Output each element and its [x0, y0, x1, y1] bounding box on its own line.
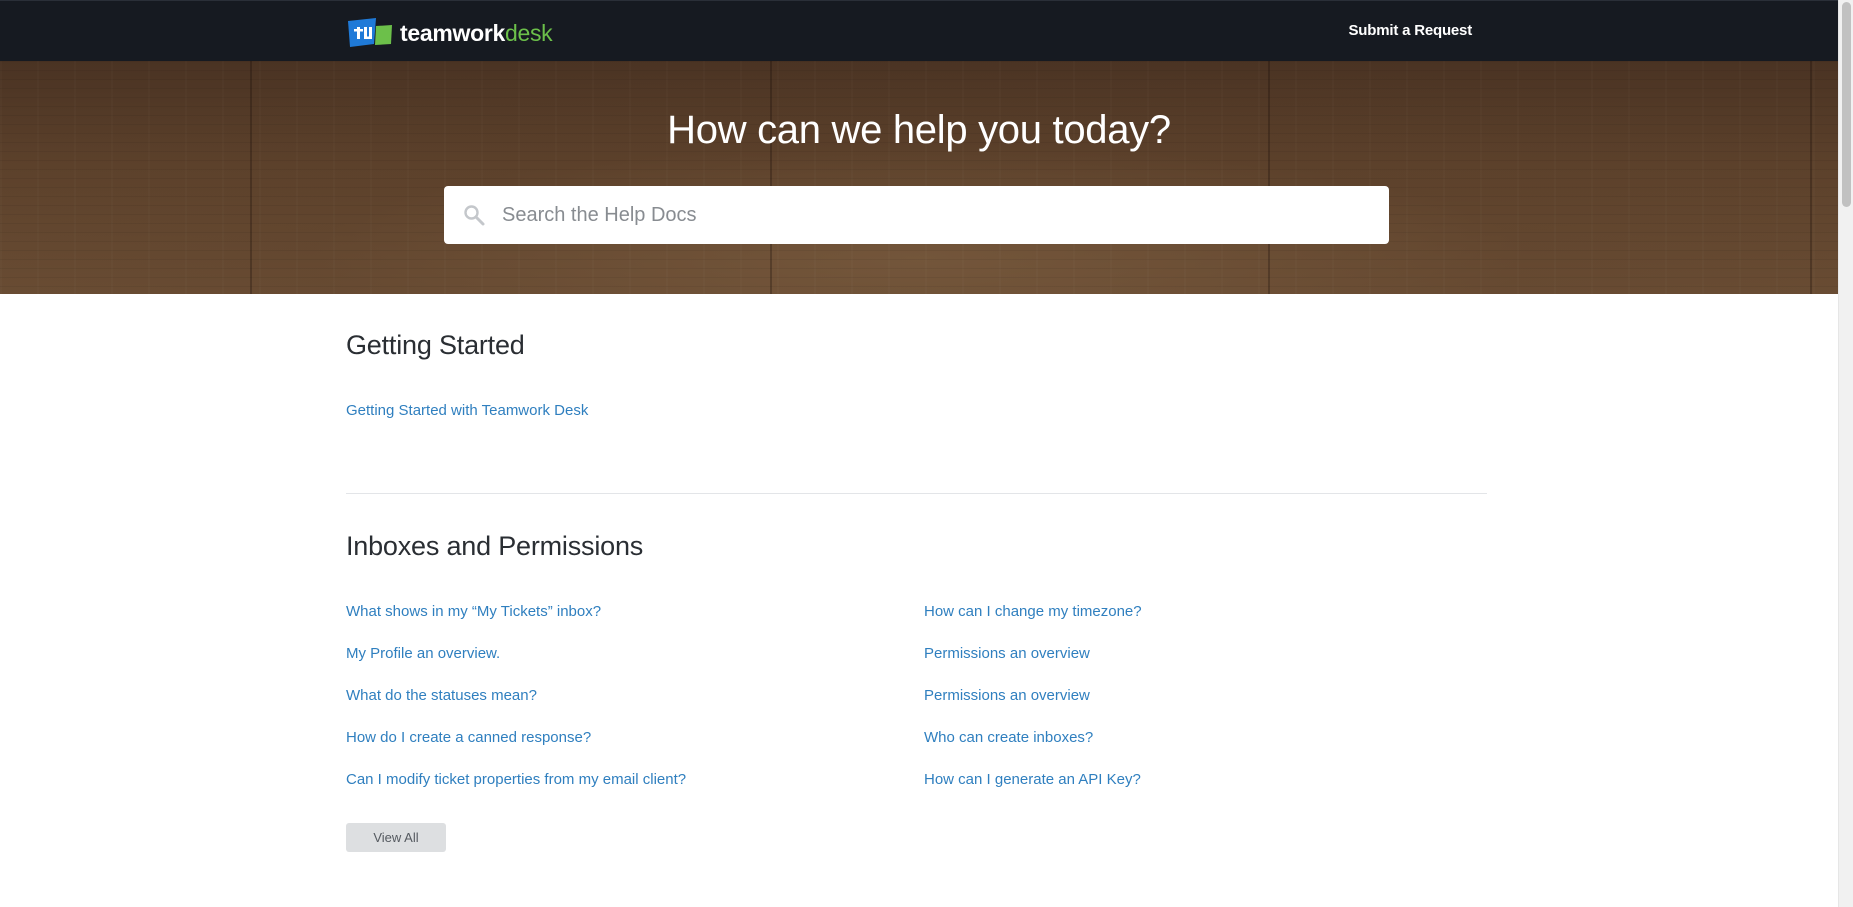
article-link-permissions-overview-2[interactable]: Permissions an overview [924, 687, 1090, 704]
article-link-canned-response[interactable]: How do I create a canned response? [346, 729, 591, 746]
logo-wordmark: teamwork desk [400, 19, 553, 47]
hero-banner: How can we help you today? [0, 61, 1838, 294]
view-all-button[interactable]: View All [346, 823, 446, 852]
article-link-my-tickets-inbox[interactable]: What shows in my “My Tickets” inbox? [346, 603, 601, 620]
logo-text-main: teamwork [400, 19, 505, 46]
top-navbar: teamwork desk Submit a Request [0, 0, 1838, 61]
article-link-statuses-meaning[interactable]: What do the statuses mean? [346, 687, 537, 704]
wood-texture-line [1810, 61, 1812, 294]
help-center-page: teamwork desk Submit a Request How can we… [0, 0, 1853, 907]
article-link-modify-ticket-properties[interactable]: Can I modify ticket properties from my e… [346, 771, 686, 788]
submit-request-link[interactable]: Submit a Request [1349, 22, 1473, 39]
article-link-my-profile-overview[interactable]: My Profile an overview. [346, 645, 500, 662]
section-heading-getting-started: Getting Started [346, 330, 525, 360]
hero-title: How can we help you today? [667, 108, 1171, 152]
article-link-create-inboxes[interactable]: Who can create inboxes? [924, 729, 1093, 746]
page-scrollbar[interactable] [1838, 0, 1853, 907]
article-link-generate-api-key[interactable]: How can I generate an API Key? [924, 771, 1141, 788]
wood-texture-line [1268, 61, 1270, 294]
wood-texture-line [770, 61, 772, 294]
search-icon [464, 205, 485, 226]
search-input[interactable] [500, 186, 1360, 244]
scrollbar-thumb[interactable] [1842, 2, 1851, 207]
article-link-change-timezone[interactable]: How can I change my timezone? [924, 603, 1142, 620]
article-link-getting-started[interactable]: Getting Started with Teamwork Desk [346, 402, 588, 419]
section-heading-inboxes-permissions: Inboxes and Permissions [346, 531, 644, 561]
search-box [444, 186, 1389, 244]
logo-text-accent: desk [504, 19, 553, 46]
section-divider [346, 493, 1487, 494]
article-link-permissions-overview[interactable]: Permissions an overview [924, 645, 1090, 662]
wood-texture-line [250, 61, 252, 294]
site-logo[interactable]: teamwork desk [346, 17, 553, 49]
teamwork-desk-logo-icon [348, 18, 392, 47]
